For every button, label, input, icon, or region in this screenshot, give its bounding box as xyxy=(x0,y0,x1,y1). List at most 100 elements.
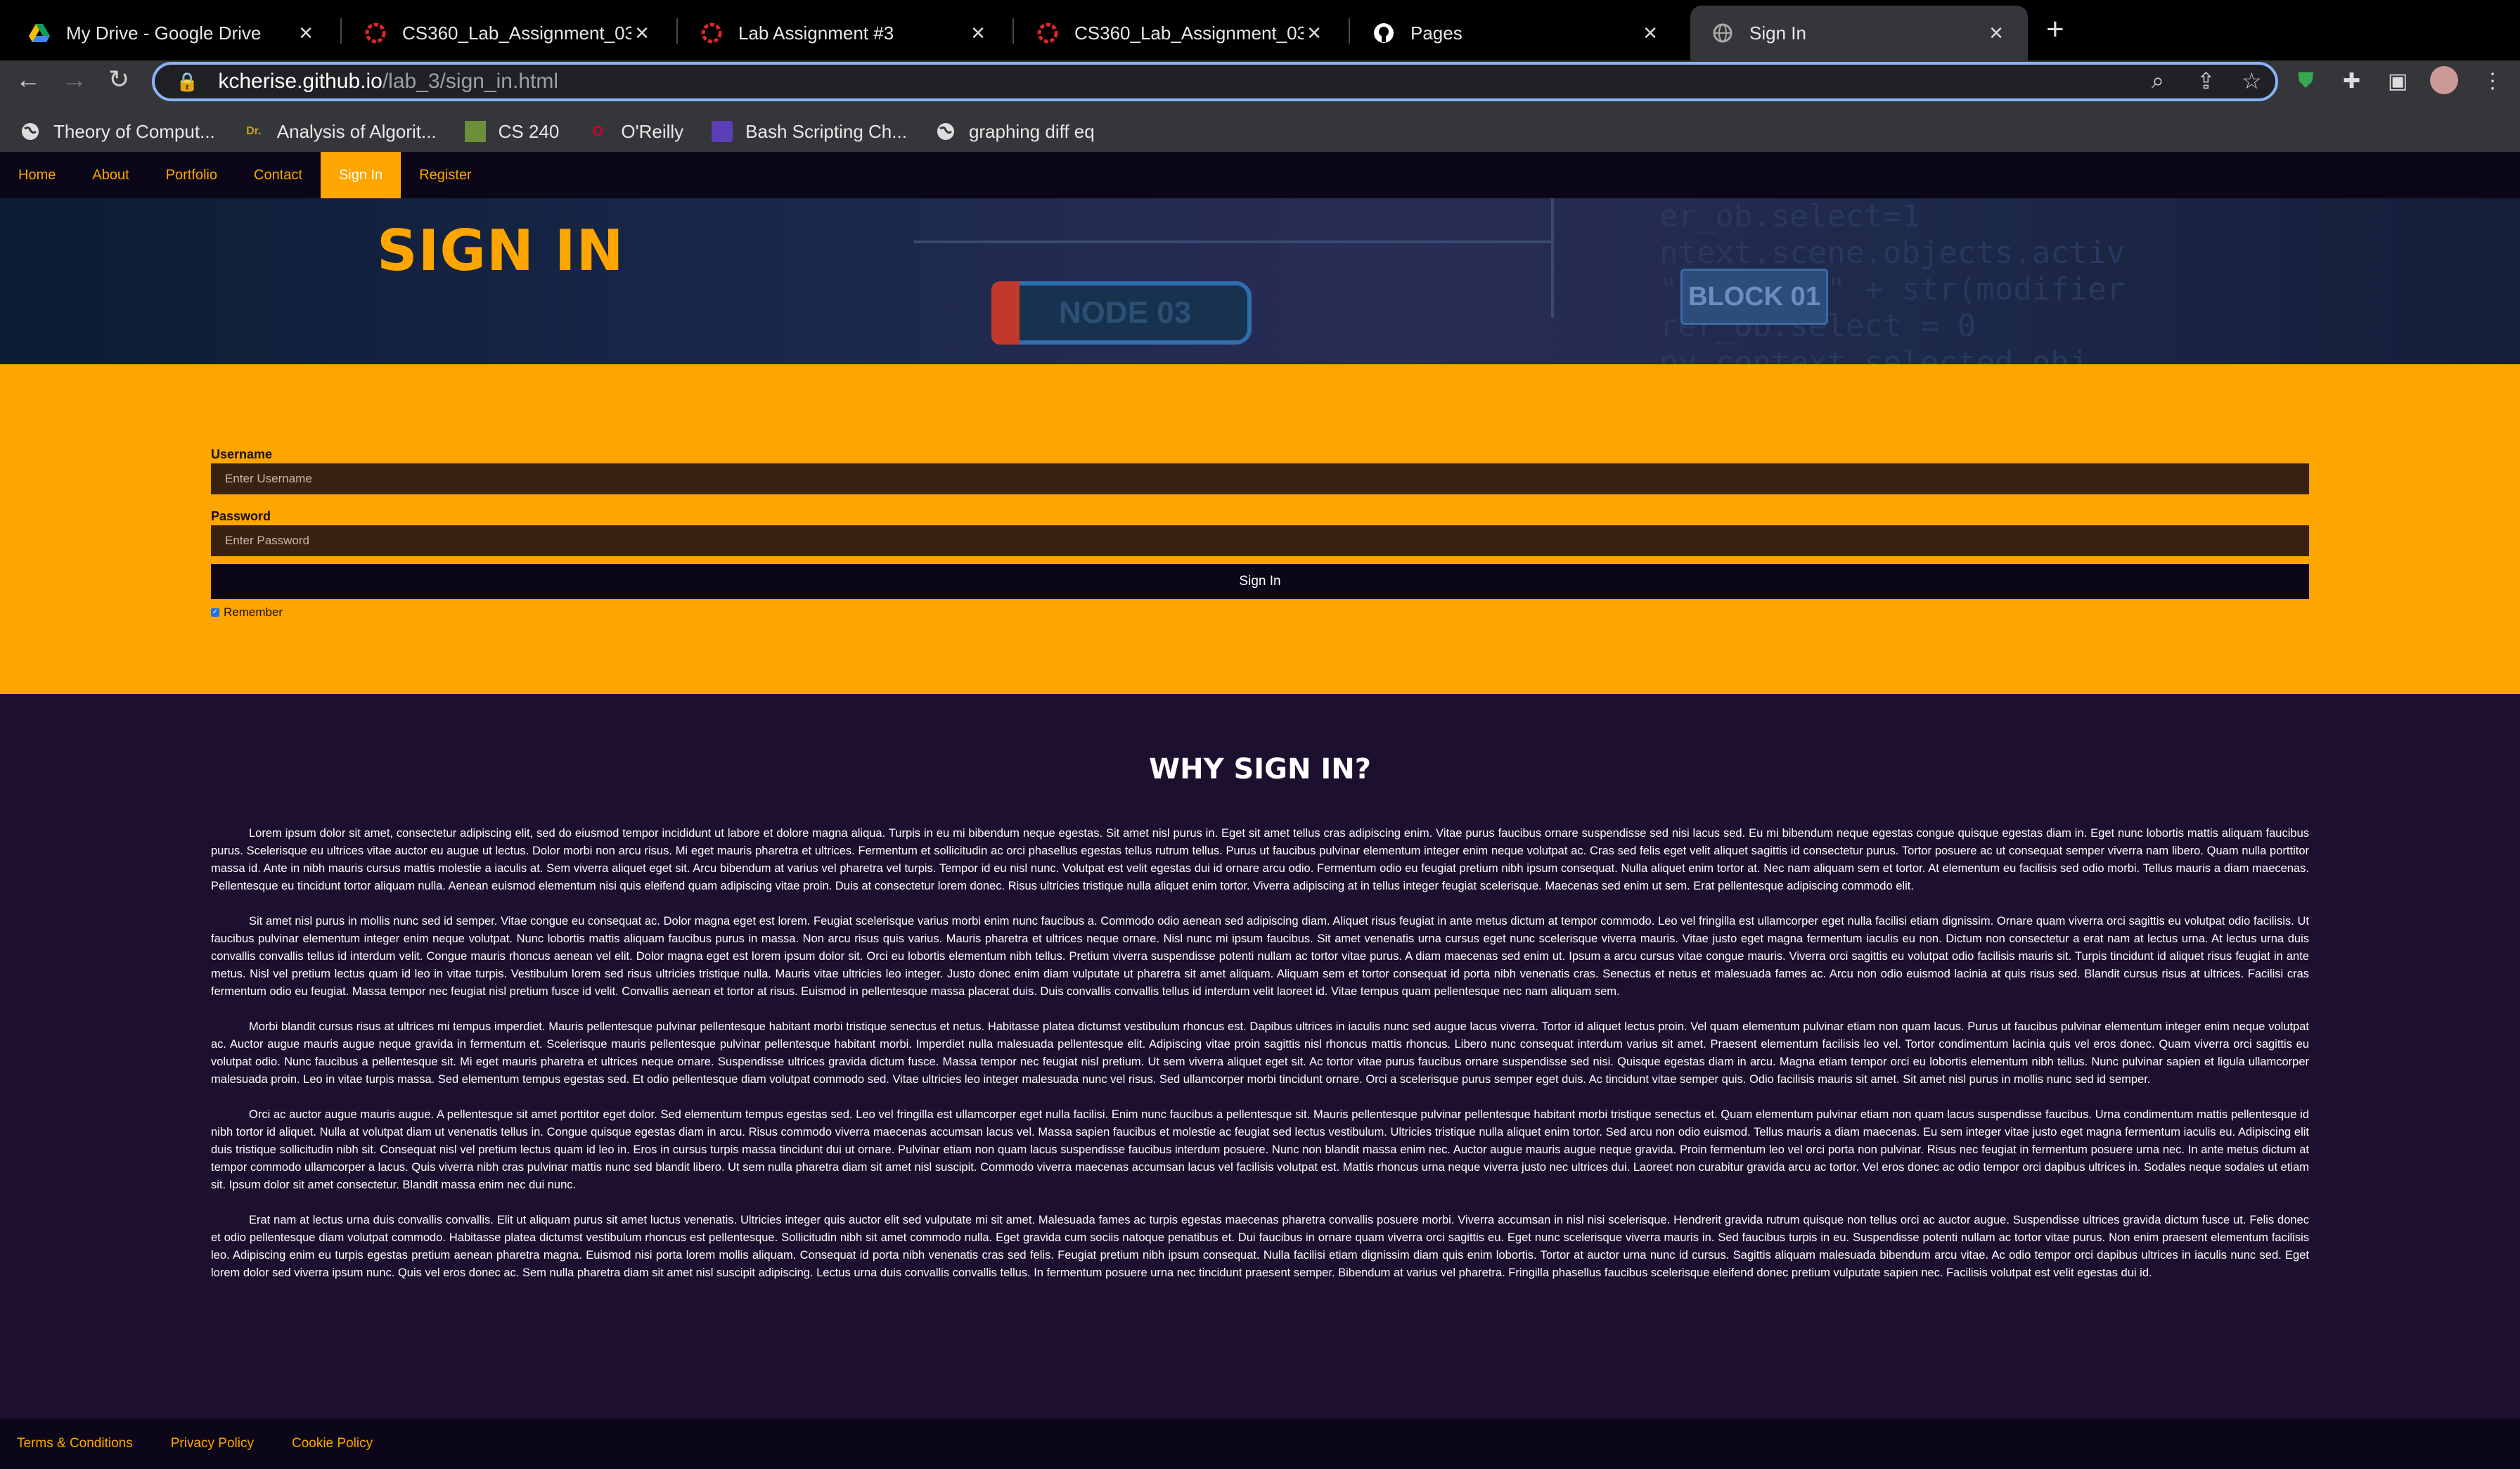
globe-icon xyxy=(20,121,41,142)
tab-lab-assignment-3[interactable]: Lab Assignment #3 × xyxy=(679,6,1010,60)
reload-icon[interactable]: ↻ xyxy=(108,65,129,94)
menu-kebab-icon[interactable]: ⋮ xyxy=(2482,69,2503,94)
globe-icon xyxy=(935,121,956,142)
tab-divider xyxy=(1349,18,1350,44)
tab-divider xyxy=(340,18,342,44)
password-input[interactable]: Enter Password xyxy=(211,525,2309,556)
dr-bc-icon: Dr. xyxy=(246,125,262,137)
oreilly-icon: O xyxy=(592,123,604,139)
bookmark-analysis-of-algorithms[interactable]: Dr. Analysis of Algorit... xyxy=(243,121,437,143)
hero-node-accent xyxy=(991,281,1020,345)
profile-avatar[interactable] xyxy=(2430,66,2458,94)
new-tab-icon[interactable]: + xyxy=(2046,14,2064,45)
close-tab-icon[interactable]: × xyxy=(1986,21,2007,45)
hero-circuit-line xyxy=(1551,198,1554,318)
tab-pages[interactable]: Pages × xyxy=(1351,6,1682,60)
close-tab-icon[interactable]: × xyxy=(1640,21,1661,45)
extensions-puzzle-icon[interactable]: ✚ xyxy=(2343,69,2360,94)
hero-node-graphic: NODE 03 xyxy=(998,281,1252,345)
tab-cs360-lab-2[interactable]: CS360_Lab_Assignment_03-1 × xyxy=(1015,6,1346,60)
hero-block-graphic: BLOCK 01 xyxy=(1680,269,1828,325)
footer-privacy-link[interactable]: Privacy Policy xyxy=(171,1436,254,1451)
footer-cookie-link[interactable]: Cookie Policy xyxy=(292,1436,373,1451)
tab-title: CS360_Lab_Assignment_03-1 xyxy=(402,22,631,44)
globe-icon xyxy=(1711,22,1734,44)
username-input[interactable]: Enter Username xyxy=(211,463,2309,494)
remember-checkbox[interactable]: ✓ xyxy=(211,608,219,617)
bookmark-label: Theory of Comput... xyxy=(53,120,215,142)
sign-in-form: Username Enter Username Password Enter P… xyxy=(0,364,2520,694)
site-navigation: Home About Portfolio Contact Sign In Reg… xyxy=(0,152,2520,198)
nav-contact[interactable]: Contact xyxy=(236,152,321,198)
cs240-icon xyxy=(464,121,486,142)
side-panel-icon[interactable]: ▣ xyxy=(2388,69,2408,94)
hero-circuit-line xyxy=(914,240,1554,243)
bookmark-bash-scripting[interactable]: Bash Scripting Ch... xyxy=(712,121,907,143)
bookmark-label: graphing diff eq xyxy=(968,120,1095,142)
back-arrow-icon[interactable]: ← xyxy=(15,65,41,94)
tab-title: CS360_Lab_Assignment_03-1 xyxy=(1074,22,1304,44)
body-paragraph: Erat nam at lectus urna duis convallis c… xyxy=(211,1214,2309,1279)
bookmark-label: CS 240 xyxy=(498,120,560,142)
github-icon xyxy=(1372,22,1395,44)
section-heading: WHY SIGN IN? xyxy=(1149,753,1371,785)
bookmark-label: O'Reilly xyxy=(621,120,684,142)
bookmark-cs-240[interactable]: CS 240 xyxy=(464,120,560,143)
password-label: Password xyxy=(211,509,271,523)
bookmark-oreilly[interactable]: O O'Reilly xyxy=(587,120,684,143)
forward-arrow-icon[interactable]: → xyxy=(62,65,87,94)
bookmarks-bar: Theory of Comput... Dr. Analysis of Algo… xyxy=(0,113,2520,150)
bookmark-star-icon[interactable]: ☆ xyxy=(2242,68,2262,94)
body-paragraph: Orci ac auctor augue mauris augue. A pel… xyxy=(211,1108,2309,1191)
google-drive-icon xyxy=(28,22,51,44)
web-page: Home About Portfolio Contact Sign In Reg… xyxy=(0,152,2520,1469)
body-paragraph: Morbi blandit cursus risus at ultrices m… xyxy=(211,1020,2309,1086)
lock-icon: 🔒 xyxy=(176,70,199,92)
zoom-search-icon[interactable]: ⌕ xyxy=(2152,68,2164,94)
tab-divider xyxy=(1012,18,1014,44)
asu-logo-icon xyxy=(364,22,387,44)
browser-tab-bar: My Drive - Google Drive × CS360_Lab_Assi… xyxy=(0,0,2520,60)
tab-title: My Drive - Google Drive xyxy=(66,22,262,44)
close-tab-icon[interactable]: × xyxy=(631,21,652,45)
body-paragraph: Sit amet nisl purus in mollis nunc sed i… xyxy=(211,915,2309,998)
asu-logo-icon xyxy=(1036,22,1059,44)
nav-register[interactable]: Register xyxy=(401,152,489,198)
bookmark-theory-of-computation[interactable]: Theory of Comput... xyxy=(20,121,215,143)
tab-divider xyxy=(676,18,678,44)
nav-sign-in[interactable]: Sign In xyxy=(320,152,401,198)
tab-google-drive[interactable]: My Drive - Google Drive × xyxy=(7,6,338,60)
hero-banner: er_ob.select=1 ntext.scene.objects.activ… xyxy=(0,198,2520,364)
share-icon[interactable]: ⇪ xyxy=(2197,68,2216,94)
bookmark-label: Bash Scripting Ch... xyxy=(745,120,907,142)
sign-in-button[interactable]: Sign In xyxy=(211,564,2309,599)
remember-row: ✓ Remember xyxy=(211,605,283,620)
footer-terms-link[interactable]: Terms & Conditions xyxy=(17,1436,133,1451)
bash-icon xyxy=(712,121,733,142)
close-tab-icon[interactable]: × xyxy=(1304,21,1325,45)
nav-portfolio[interactable]: Portfolio xyxy=(148,152,236,198)
page-title: SIGN IN xyxy=(377,218,624,283)
url-host: kcherise.github.io xyxy=(218,70,382,93)
asu-logo-icon xyxy=(700,22,723,44)
nav-about[interactable]: About xyxy=(74,152,147,198)
section-body: Lorem ipsum dolor sit amet, consectetur … xyxy=(211,825,2309,1300)
tab-title: Pages xyxy=(1410,22,1462,44)
tab-title: Lab Assignment #3 xyxy=(738,22,894,44)
shield-extension-icon[interactable]: ⛊ xyxy=(2298,69,2314,93)
site-footer: Terms & Conditions Privacy Policy Cookie… xyxy=(0,1418,2520,1469)
close-tab-icon[interactable]: × xyxy=(295,21,316,45)
tab-sign-in[interactable]: Sign In × xyxy=(1690,6,2028,60)
username-label: Username xyxy=(211,447,273,461)
remember-label: Remember xyxy=(224,605,283,619)
bookmark-label: Analysis of Algorit... xyxy=(276,120,437,142)
url-path: /lab_3/sign_in.html xyxy=(382,70,558,93)
tab-title: Sign In xyxy=(1749,22,1806,44)
bookmark-graphing-diff-eq[interactable]: graphing diff eq xyxy=(935,121,1095,143)
tab-cs360-lab-1[interactable]: CS360_Lab_Assignment_03-1 × xyxy=(343,6,674,60)
address-bar[interactable]: 🔒 kcherise.github.io/lab_3/sign_in.html xyxy=(152,62,2278,101)
why-sign-in-section: WHY SIGN IN? Lorem ipsum dolor sit amet,… xyxy=(0,694,2520,1418)
close-tab-icon[interactable]: × xyxy=(968,21,989,45)
body-paragraph: Lorem ipsum dolor sit amet, consectetur … xyxy=(211,827,2309,892)
nav-home[interactable]: Home xyxy=(0,152,74,198)
